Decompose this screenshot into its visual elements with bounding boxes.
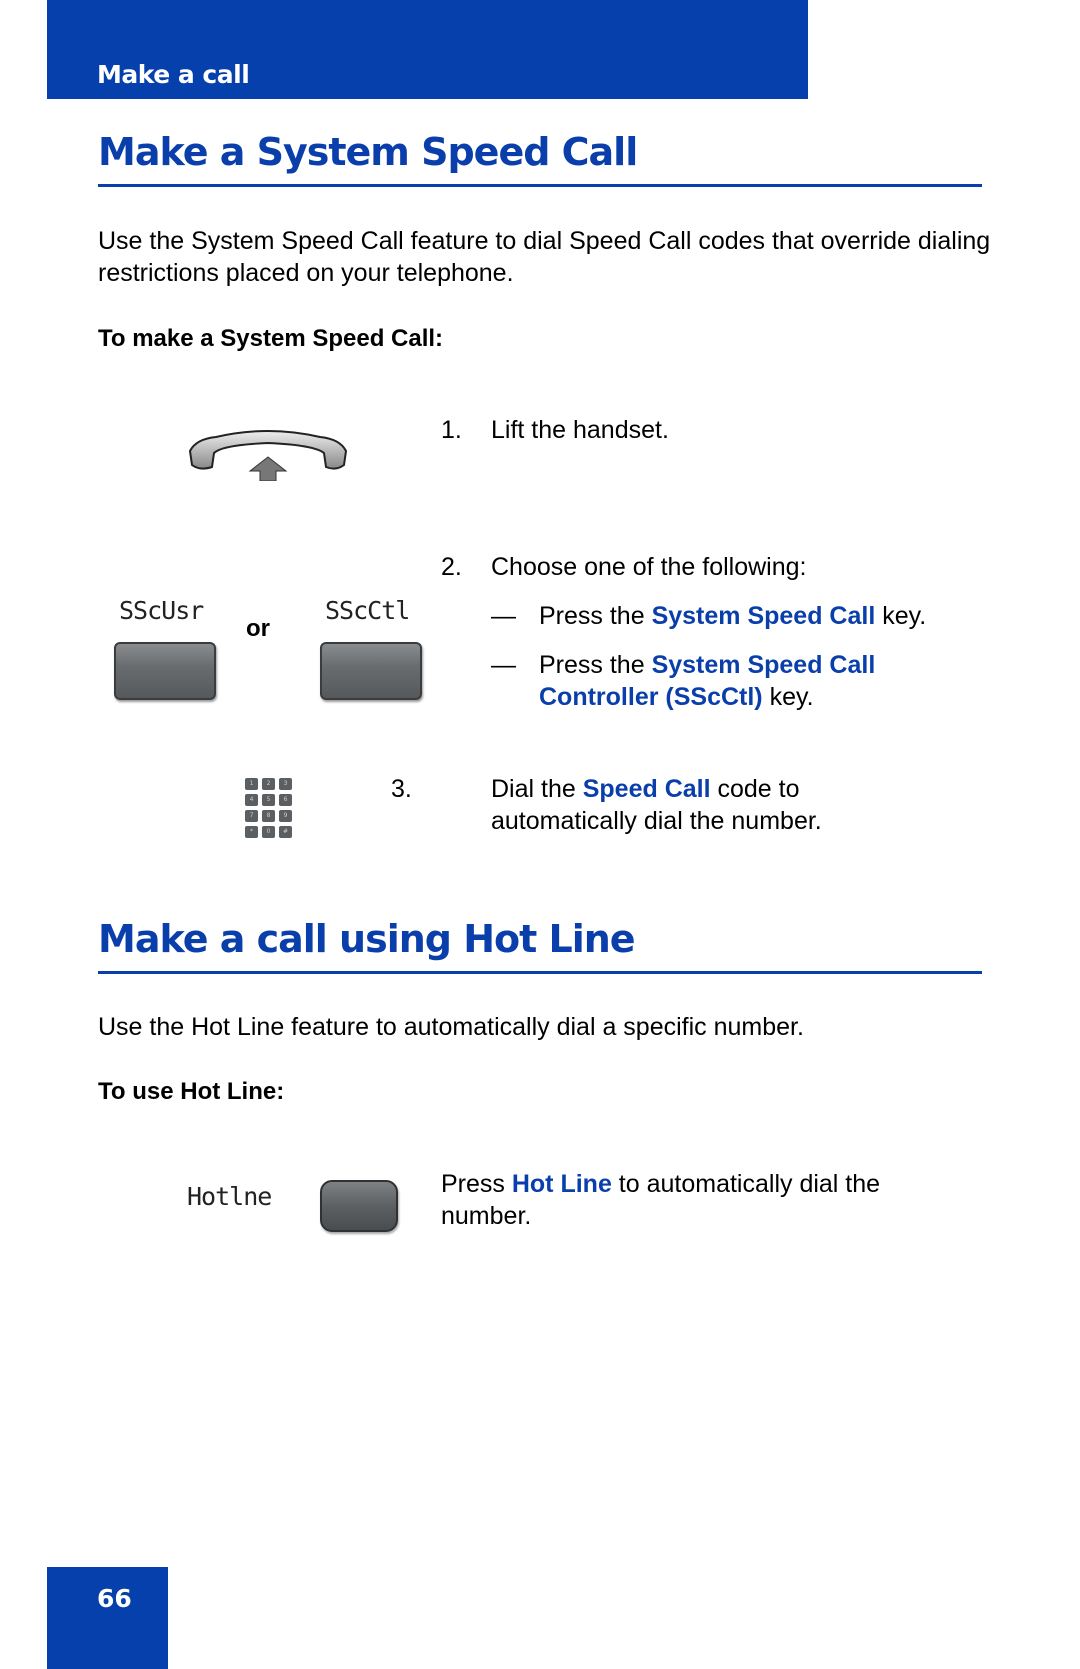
system-speed-call-key-ref: System Speed Call — [651, 602, 876, 630]
keypad-key: # — [279, 826, 292, 838]
title-rule — [98, 184, 982, 187]
keypad-key: 8 — [262, 810, 275, 822]
option-sscctl: — Press the System Speed Call Controller… — [491, 651, 876, 711]
step-2: 2. Choose one of the following: — [441, 553, 807, 581]
header-bar: Make a call — [47, 0, 808, 99]
keypad-key: 4 — [245, 794, 258, 806]
step-3: 3. Dial the Speed Call code to automatica… — [391, 775, 822, 835]
procedure-title: To make a System Speed Call: — [98, 325, 444, 352]
dialpad-icon: 1 2 3 4 5 6 7 8 9 * 0 # — [245, 778, 292, 838]
section-label: Make a call — [97, 60, 250, 89]
softkey-label-sscusr: SScUsr — [119, 596, 204, 625]
step-1: 1. Lift the handset. — [441, 416, 669, 444]
or-label: or — [246, 615, 270, 642]
page-number-box: 66 — [47, 1567, 168, 1669]
hot-line-key[interactable] — [320, 1180, 398, 1232]
sscctl-softkey[interactable] — [320, 642, 422, 700]
keypad-key: 7 — [245, 810, 258, 822]
sscusr-softkey[interactable] — [114, 642, 216, 700]
procedure-title: To use Hot Line: — [98, 1078, 285, 1105]
keypad-key: 3 — [279, 778, 292, 790]
keypad-key: * — [245, 826, 258, 838]
softkey-label-hotlne: Hotlne — [187, 1182, 272, 1211]
softkey-label-sscctl: SScCtl — [325, 596, 410, 625]
speed-call-intro: Use the System Speed Call feature to dia… — [98, 227, 991, 287]
hot-line-intro: Use the Hot Line feature to automaticall… — [98, 1013, 804, 1041]
speed-call-ref: Speed Call — [582, 775, 711, 803]
keypad-key: 2 — [262, 778, 275, 790]
option-system-speed-call: — Press the System Speed Call key. — [491, 602, 927, 630]
keypad-key: 5 — [262, 794, 275, 806]
hot-line-step: Press Hot Line to automatically dial the… — [441, 1170, 881, 1230]
keypad-key: 1 — [245, 778, 258, 790]
section-title-hot-line: Make a call using Hot Line — [98, 917, 636, 961]
keypad-key: 0 — [262, 826, 275, 838]
handset-lift-icon — [188, 430, 348, 481]
keypad-key: 6 — [279, 794, 292, 806]
hot-line-ref: Hot Line — [511, 1170, 612, 1198]
section-title-speed-call: Make a System Speed Call — [98, 130, 638, 174]
page-number: 66 — [97, 1584, 132, 1613]
keypad-key: 9 — [279, 810, 292, 822]
title-rule — [98, 971, 982, 974]
